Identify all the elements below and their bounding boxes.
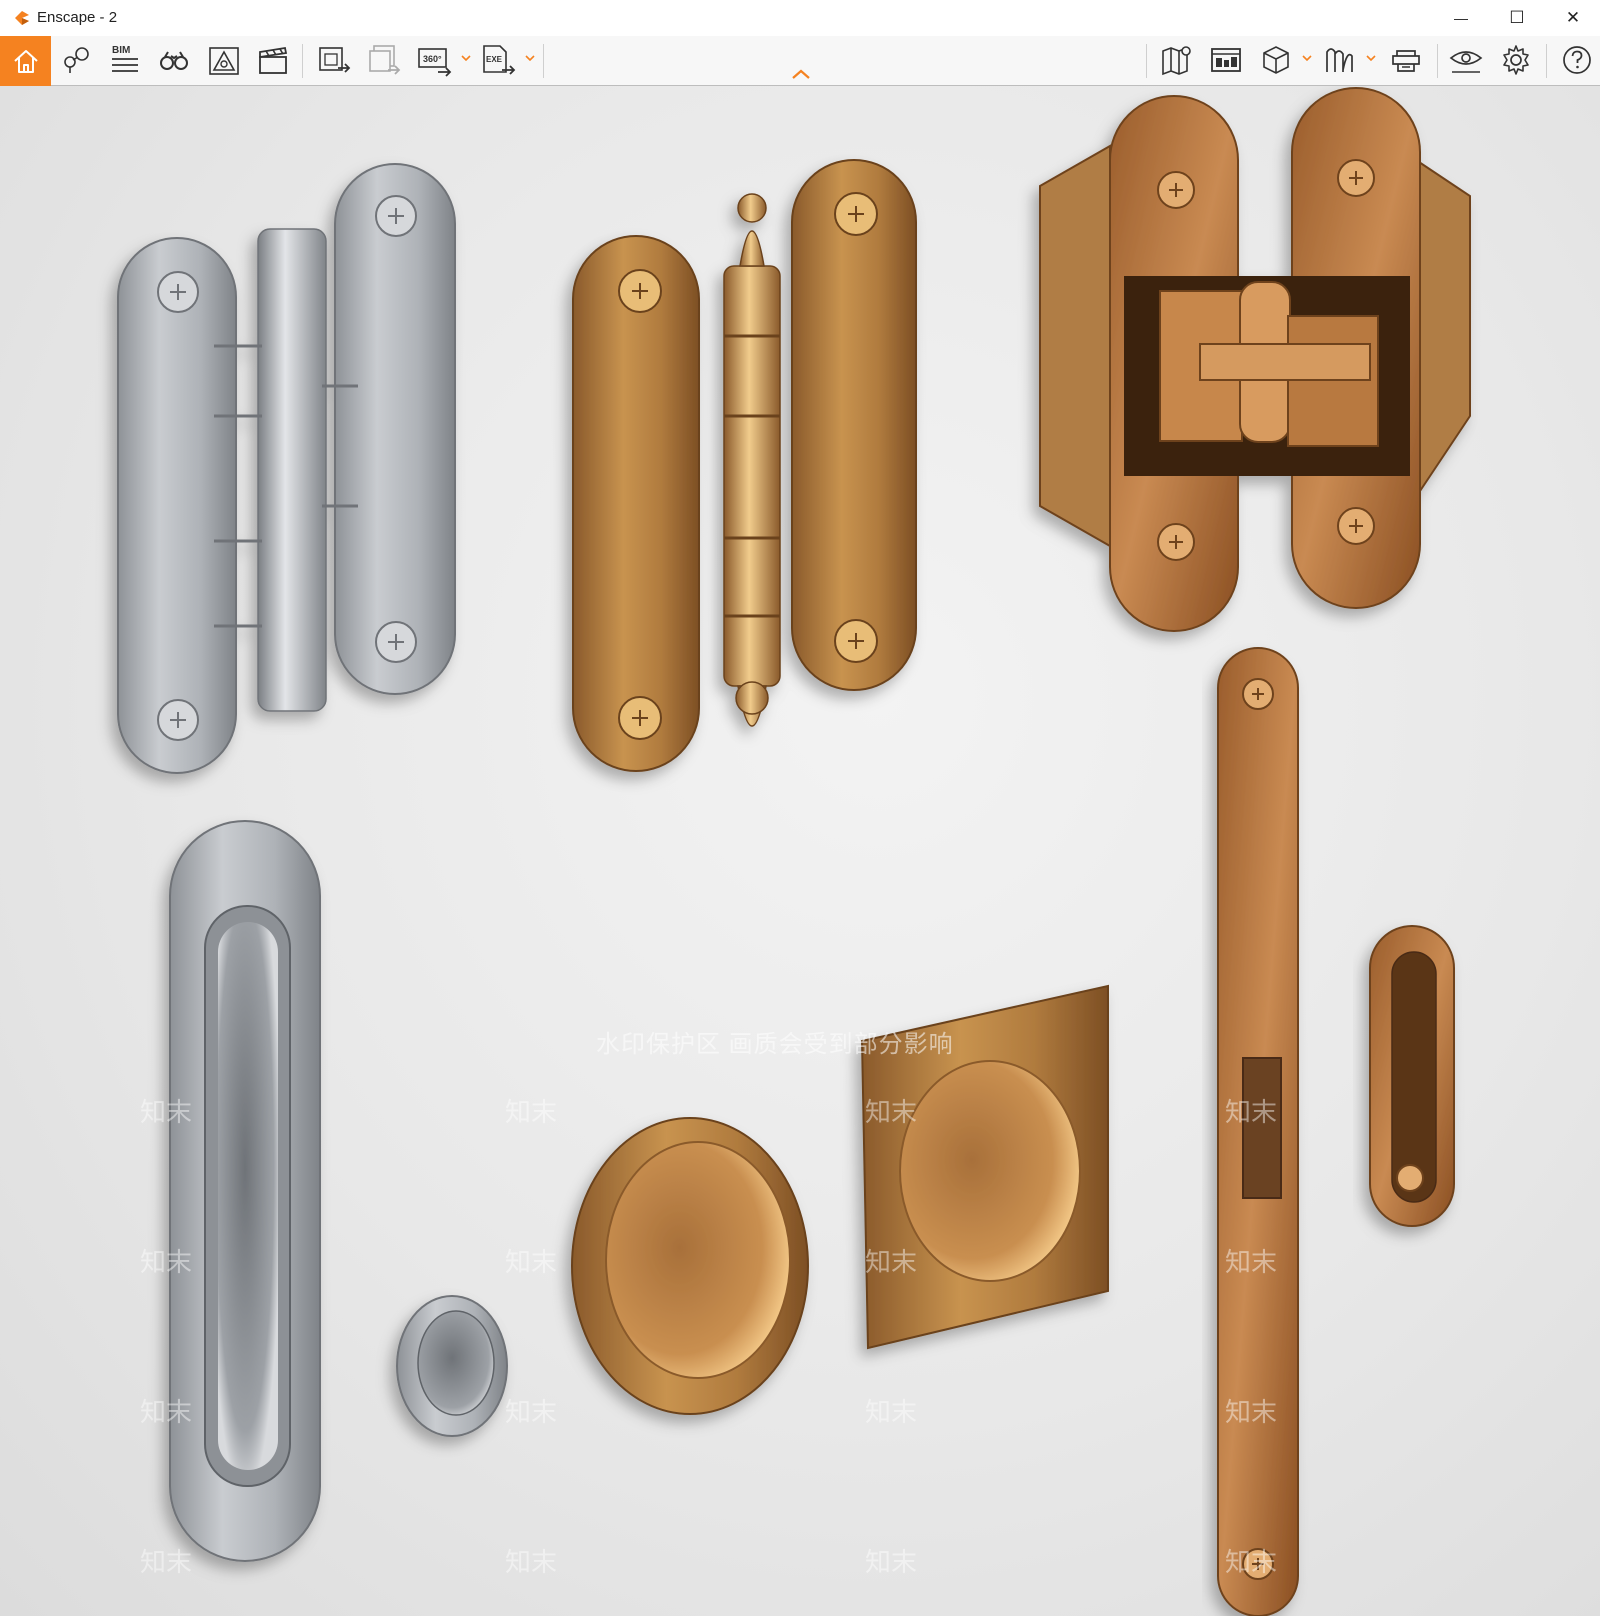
video-editor-button[interactable] (253, 40, 293, 80)
export-button[interactable]: EXE (478, 40, 518, 80)
batch-render-icon (369, 45, 401, 75)
bim-icon: BIM (112, 45, 138, 72)
toolbar-separator (543, 44, 544, 78)
asset-library-button[interactable] (204, 40, 244, 80)
render-image-icon (319, 47, 351, 73)
chevron-down-icon (525, 55, 535, 61)
asset-library-icon (209, 47, 239, 75)
copper-oval-edge-pull[interactable] (1369, 925, 1455, 1227)
window-title: Enscape - 2 (37, 9, 118, 26)
toolbar-separator (1437, 44, 1438, 78)
map-icon (1162, 46, 1191, 76)
maximize-button[interactable]: ☐ (1493, 0, 1541, 36)
cube-view-dropdown[interactable] (1301, 52, 1313, 64)
steel-hinge[interactable] (117, 163, 456, 774)
watermark-mark: 知末 (140, 1097, 193, 1127)
panorama-dropdown[interactable] (460, 52, 472, 64)
copper-lock-faceplate[interactable] (1217, 647, 1299, 1616)
minimize-button[interactable]: — (1437, 0, 1485, 36)
toolbar-separator (1546, 44, 1547, 78)
visual-settings-icon (1449, 51, 1483, 73)
svg-text:EXE: EXE (486, 55, 503, 64)
chevron-down-icon (461, 55, 471, 61)
close-icon: ✕ (1565, 8, 1581, 27)
brass-finial-hinge[interactable] (572, 159, 917, 772)
materials-button[interactable] (1320, 40, 1360, 80)
enscape-logo-icon (15, 11, 29, 25)
materials-icon (1326, 48, 1353, 72)
views-button[interactable] (56, 40, 96, 80)
watermark-mark: 知末 (140, 1247, 193, 1277)
watermark-caption: 水印保护区 画质会受到部分影响 (596, 1031, 954, 1058)
collaboration-icon (1392, 50, 1420, 72)
watermark-mark: 知末 (505, 1397, 558, 1427)
close-button[interactable]: ✕ (1549, 0, 1597, 36)
watermark-mark: 知末 (1225, 1097, 1278, 1127)
materials-dropdown[interactable] (1365, 52, 1377, 64)
bim-button[interactable]: BIM (105, 40, 145, 80)
collaboration-button[interactable] (1386, 40, 1426, 80)
brass-round-flush-pull[interactable] (571, 1117, 809, 1415)
toolbar-separator (302, 44, 303, 78)
watermark-mark: 知末 (865, 1247, 918, 1277)
svg-text:BIM: BIM (112, 45, 130, 56)
panorama-button[interactable]: 360° (414, 40, 454, 80)
title-bar: Enscape - 2 — ☐ ✕ (0, 0, 1600, 36)
visual-settings-button[interactable] (1446, 40, 1486, 80)
chevron-down-icon (1302, 55, 1312, 61)
map-button[interactable] (1157, 40, 1197, 80)
toolbar-separator (1146, 44, 1147, 78)
views-manager-icon (1211, 48, 1241, 72)
help-button[interactable] (1557, 40, 1597, 80)
maximize-icon: ☐ (1509, 8, 1525, 27)
home-icon (13, 50, 38, 73)
export-dropdown[interactable] (524, 52, 536, 64)
watermark-mark: 知末 (865, 1547, 918, 1577)
cube-view-button[interactable] (1256, 40, 1296, 80)
home-button[interactable] (0, 36, 51, 86)
location-pin-icon (64, 47, 89, 73)
settings-button[interactable] (1496, 40, 1536, 80)
help-icon (1563, 46, 1591, 74)
batch-render-button[interactable] (364, 40, 404, 80)
concealed-copper-hinge[interactable] (1039, 87, 1471, 632)
watermark-mark: 知末 (505, 1247, 558, 1277)
toolbar-collapse-toggle[interactable] (789, 66, 813, 82)
export-exe-icon: EXE (483, 45, 516, 75)
watermark-mark: 知末 (505, 1547, 558, 1577)
watermark-mark: 知末 (140, 1397, 193, 1427)
steel-round-finger-pull[interactable] (396, 1295, 508, 1437)
watermark-mark: 知末 (140, 1547, 193, 1577)
render-image-button[interactable] (314, 40, 354, 80)
steel-flush-pull-long[interactable] (169, 820, 321, 1562)
walk-mode-button[interactable] (154, 40, 194, 80)
watermark-mark: 知末 (865, 1097, 918, 1127)
viewport-scene (117, 87, 1471, 1616)
watermark-mark: 知末 (505, 1097, 558, 1127)
chevron-up-icon (792, 69, 810, 79)
watermark-mark: 知末 (865, 1397, 918, 1427)
watermark-mark: 知末 (1225, 1547, 1278, 1577)
views-manager-button[interactable] (1206, 40, 1246, 80)
cube-icon (1263, 46, 1289, 74)
panorama-360-icon: 360° (418, 48, 452, 77)
minimize-icon: — (1454, 10, 1468, 26)
settings-gear-icon (1503, 45, 1529, 75)
render-viewport[interactable]: 水印保护区 画质会受到部分影响 知末 知末 知末 知末 知末 知末 知末 知末 … (0, 86, 1600, 1616)
video-clapper-icon (259, 46, 288, 74)
watermark-mark: 知末 (1225, 1397, 1278, 1427)
svg-text:360°: 360° (423, 54, 442, 64)
chevron-down-icon (1366, 55, 1376, 61)
binoculars-icon (160, 51, 188, 70)
watermark-mark: 知末 (1225, 1247, 1278, 1277)
